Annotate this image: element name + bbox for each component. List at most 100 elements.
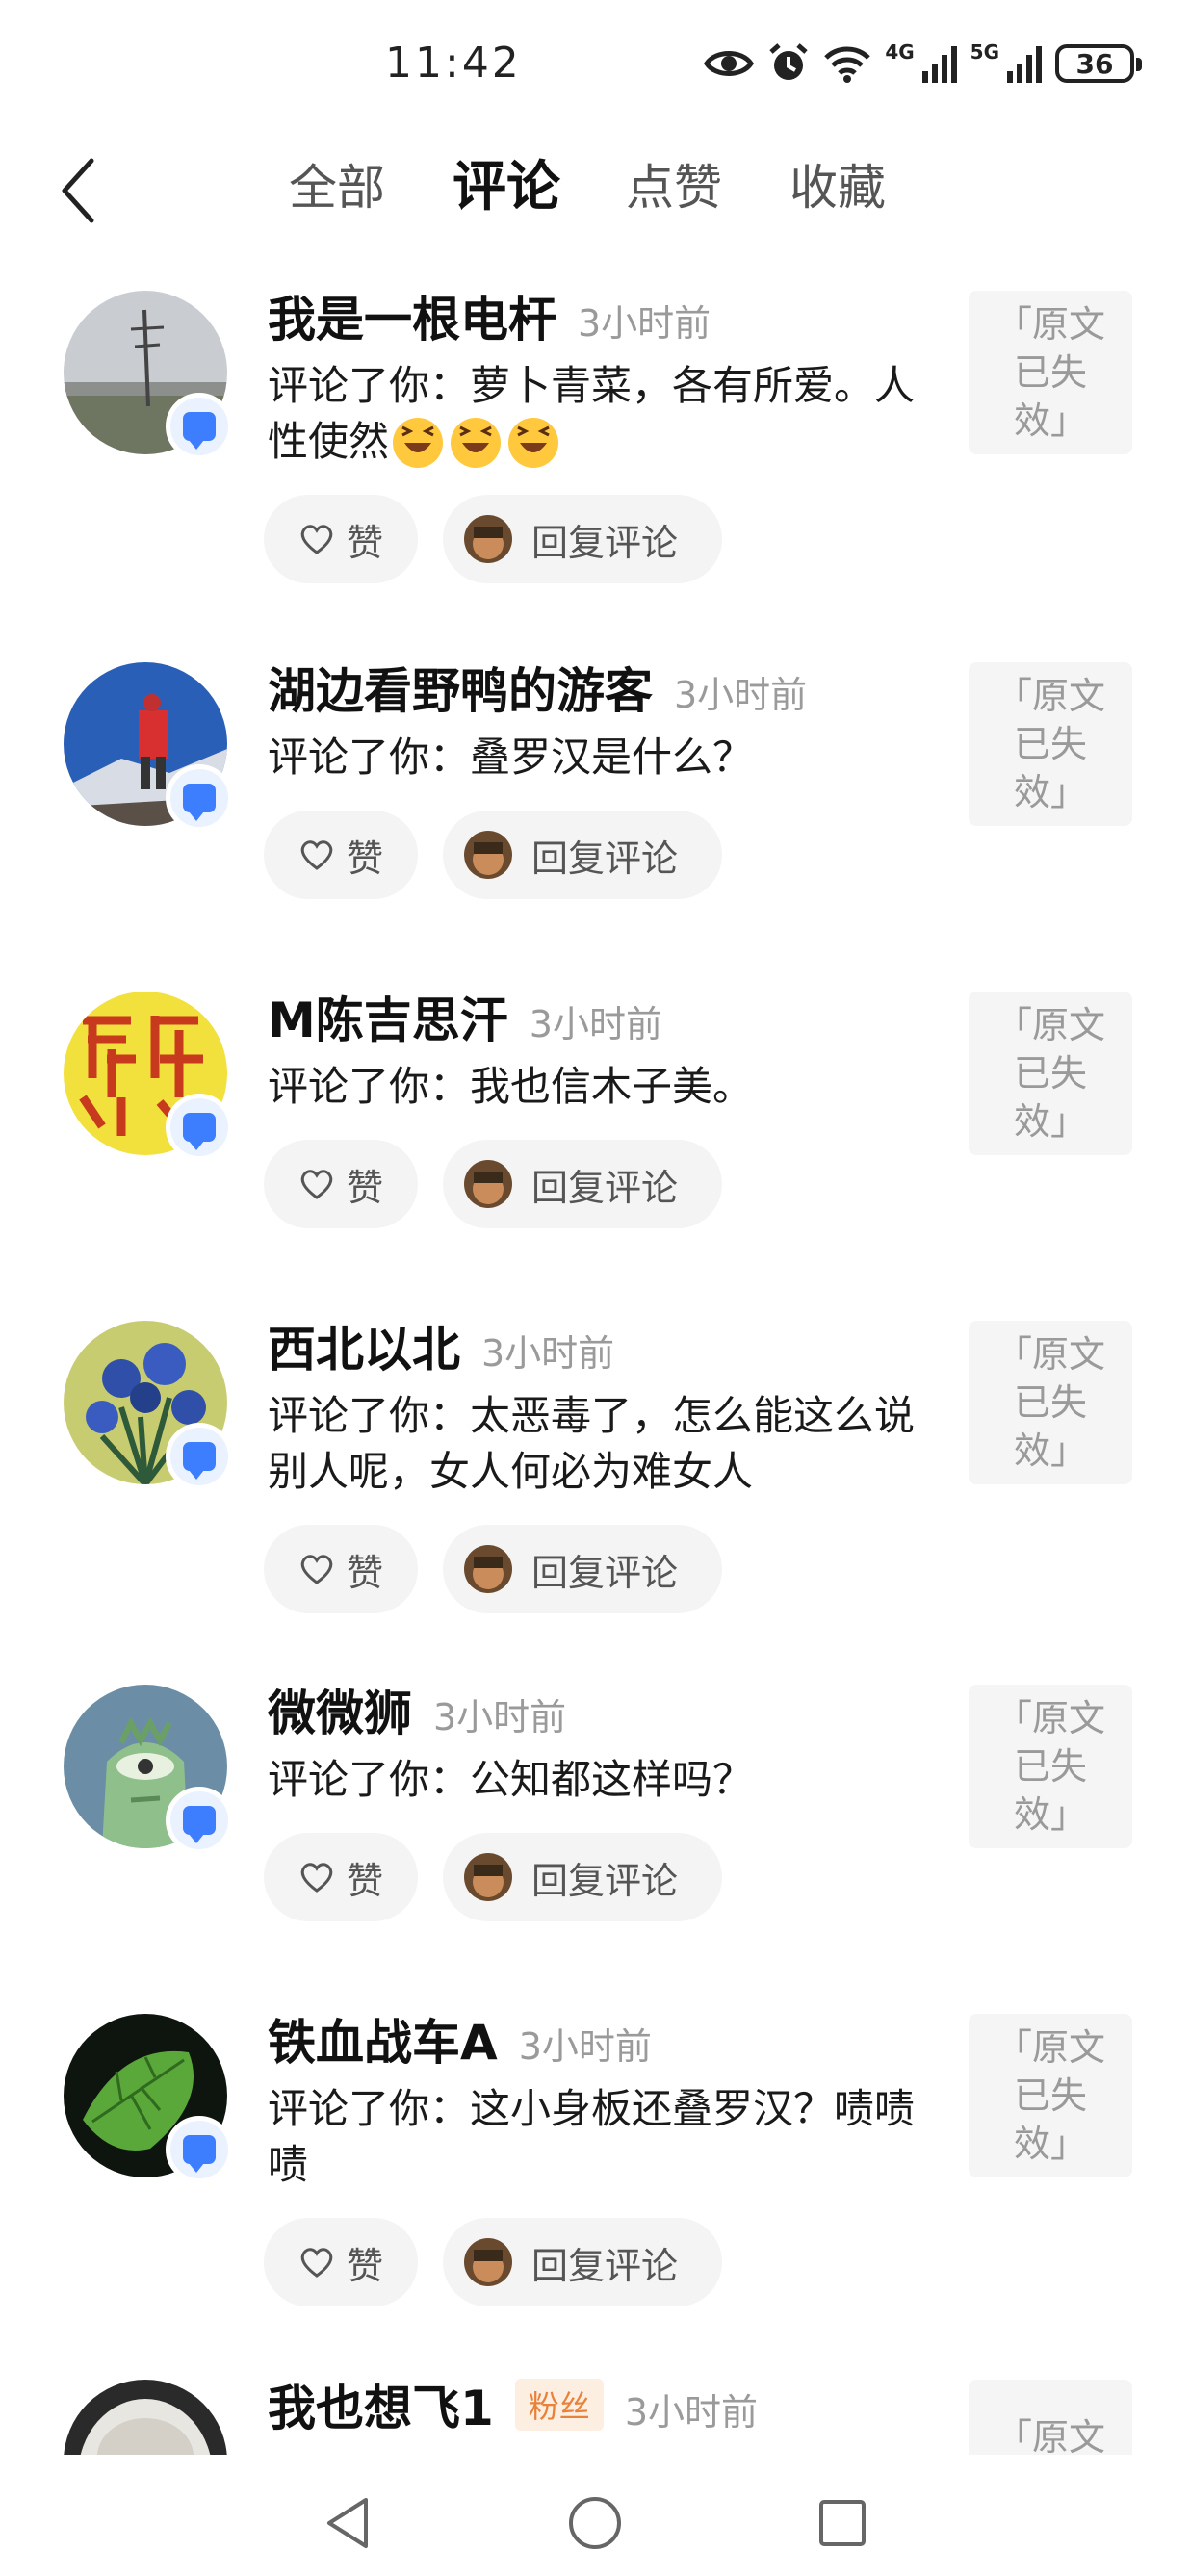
original-post-box[interactable]: 「原文已失效」 bbox=[969, 1321, 1132, 1484]
original-post-box[interactable]: 「原文已 bbox=[969, 2380, 1132, 2455]
nav-home-button[interactable] bbox=[561, 2489, 629, 2557]
comment-text[interactable]: 评论了你：我也信木子美。 bbox=[268, 1059, 922, 1115]
original-post-box[interactable]: 「原文已失效」 bbox=[969, 1685, 1132, 1848]
heart-icon bbox=[300, 840, 333, 870]
user-name[interactable]: 西北以北 bbox=[268, 1311, 460, 1380]
status-bar: 11:42 4G 5G 36 bbox=[0, 0, 1190, 135]
user-name[interactable]: 我是一根电杆 bbox=[268, 281, 556, 350]
comment-text[interactable]: 评论了你：叠罗汉是什么？ bbox=[268, 730, 922, 786]
my-avatar bbox=[464, 1853, 512, 1901]
like-button[interactable]: 赞 bbox=[264, 811, 418, 899]
comment-text[interactable]: 评论了你：太恶毒了，怎么能这么说别人呢，女人何必为难女人 bbox=[268, 1388, 922, 1500]
comment-text[interactable]: 评论了你：萝卜青菜，各有所爱。人性使然 bbox=[268, 358, 922, 470]
timestamp: 3小时前 bbox=[518, 2025, 652, 2068]
nav-back-button[interactable] bbox=[314, 2489, 381, 2557]
comment-badge-icon bbox=[166, 1423, 233, 1490]
home-circle-icon bbox=[569, 2497, 621, 2549]
my-avatar bbox=[464, 1160, 512, 1208]
nav-recents-button[interactable] bbox=[809, 2489, 876, 2557]
my-avatar bbox=[464, 515, 512, 563]
my-avatar bbox=[464, 831, 512, 879]
avatar[interactable] bbox=[64, 992, 233, 1161]
list-item[interactable]: 我也想飞1 粉丝 3小时前 「原文已 bbox=[0, 2368, 1190, 2455]
original-post-box[interactable]: 「原文已失效」 bbox=[969, 992, 1132, 1155]
avatar[interactable] bbox=[64, 1685, 233, 1854]
heart-icon bbox=[300, 525, 333, 554]
comment-text[interactable]: 评论了你：这小身板还叠罗汉？啧啧啧 bbox=[268, 2081, 922, 2193]
like-button[interactable]: 赞 bbox=[264, 495, 418, 583]
comment-badge-icon bbox=[166, 393, 233, 460]
comment-text[interactable]: 评论了你：公知都这样吗？ bbox=[268, 1752, 922, 1808]
heart-icon bbox=[300, 1170, 333, 1199]
alarm-icon bbox=[767, 42, 810, 85]
back-button[interactable] bbox=[44, 152, 112, 229]
signal-icon bbox=[1007, 44, 1042, 83]
like-button[interactable]: 赞 bbox=[264, 1833, 418, 1921]
eye-icon bbox=[704, 46, 755, 81]
list-item[interactable]: 我是一根电杆 3小时前 评论了你：萝卜青菜，各有所爱。人性使然 赞 回复评论 「… bbox=[0, 279, 1190, 606]
wifi-icon bbox=[823, 44, 871, 83]
user-name[interactable]: 湖边看野鸭的游客 bbox=[268, 653, 653, 722]
like-button[interactable]: 赞 bbox=[264, 1525, 418, 1613]
battery-level: 36 bbox=[1075, 47, 1114, 80]
timestamp: 3小时前 bbox=[481, 1332, 615, 1375]
heart-icon bbox=[300, 1555, 333, 1584]
network-5g-label: 5G bbox=[970, 40, 999, 64]
timestamp: 3小时前 bbox=[624, 2391, 758, 2434]
tab-favorites[interactable]: 收藏 bbox=[789, 154, 886, 221]
fans-badge: 粉丝 bbox=[514, 2379, 604, 2431]
list-item[interactable]: 微微狮 3小时前 评论了你：公知都这样吗？ 赞 回复评论 「原文已失效」 bbox=[0, 1673, 1190, 1962]
tab-all[interactable]: 全部 bbox=[289, 154, 453, 221]
timestamp: 3小时前 bbox=[433, 1696, 567, 1739]
heart-icon bbox=[300, 2248, 333, 2278]
avatar[interactable] bbox=[64, 2014, 233, 2183]
tab-comments[interactable]: 评论 bbox=[453, 154, 626, 221]
laughing-emoji-icon bbox=[393, 418, 444, 468]
like-button[interactable]: 赞 bbox=[264, 2218, 418, 2306]
timestamp: 3小时前 bbox=[529, 1003, 662, 1045]
avatar[interactable] bbox=[64, 662, 233, 832]
original-post-box[interactable]: 「原文已失效」 bbox=[969, 291, 1132, 454]
reply-comment-button[interactable]: 回复评论 bbox=[443, 1833, 722, 1921]
comment-badge-icon bbox=[166, 2116, 233, 2183]
back-triangle-icon bbox=[327, 2498, 368, 2548]
reply-comment-button[interactable]: 回复评论 bbox=[443, 2218, 722, 2306]
comment-badge-icon bbox=[166, 1094, 233, 1161]
chevron-left-icon bbox=[62, 158, 94, 223]
reply-comment-button[interactable]: 回复评论 bbox=[443, 811, 722, 899]
heart-icon bbox=[300, 1863, 333, 1893]
like-button[interactable]: 赞 bbox=[264, 1140, 418, 1228]
comment-badge-icon bbox=[166, 1787, 233, 1854]
timestamp: 3小时前 bbox=[674, 674, 808, 716]
list-item[interactable]: 铁血战车A 3小时前 评论了你：这小身板还叠罗汉？啧啧啧 赞 回复评论 「原文已… bbox=[0, 2002, 1190, 2349]
reply-comment-button[interactable]: 回复评论 bbox=[443, 495, 722, 583]
signal-icon bbox=[921, 44, 957, 83]
laughing-emoji-icon bbox=[508, 418, 559, 468]
reply-comment-button[interactable]: 回复评论 bbox=[443, 1525, 722, 1613]
network-4g-label: 4G bbox=[885, 40, 915, 64]
reply-comment-button[interactable]: 回复评论 bbox=[443, 1140, 722, 1228]
status-icons: 4G 5G 36 bbox=[704, 37, 1142, 90]
comment-badge-icon bbox=[166, 764, 233, 832]
original-post-box[interactable]: 「原文已失效」 bbox=[969, 2014, 1132, 2177]
header: 全部 评论 点赞 收藏 bbox=[0, 135, 1190, 241]
timestamp: 3小时前 bbox=[578, 302, 711, 345]
list-item[interactable]: 湖边看野鸭的游客 3小时前 评论了你：叠罗汉是什么？ 赞 回复评论 「原文已失效… bbox=[0, 651, 1190, 940]
tab-bar: 全部 评论 点赞 收藏 bbox=[289, 154, 886, 221]
user-name[interactable]: 我也想飞1 bbox=[268, 2370, 494, 2439]
system-nav-bar bbox=[0, 2460, 1190, 2576]
user-name[interactable]: 铁血战车A bbox=[268, 2004, 498, 2074]
list-item[interactable]: M陈吉思汗 3小时前 评论了你：我也信木子美。 赞 回复评论 「原文已失效」 bbox=[0, 980, 1190, 1269]
status-time: 11:42 bbox=[385, 39, 522, 88]
avatar[interactable] bbox=[64, 2380, 227, 2455]
avatar[interactable] bbox=[64, 1321, 233, 1490]
user-name[interactable]: M陈吉思汗 bbox=[268, 982, 508, 1051]
avatar[interactable] bbox=[64, 291, 233, 460]
list-item[interactable]: 西北以北 3小时前 评论了你：太恶毒了，怎么能这么说别人呢，女人何必为难女人 赞… bbox=[0, 1309, 1190, 1656]
recents-square-icon bbox=[819, 2500, 866, 2546]
original-post-box[interactable]: 「原文已失效」 bbox=[969, 662, 1132, 826]
tab-likes[interactable]: 点赞 bbox=[626, 154, 789, 221]
laughing-emoji-icon bbox=[451, 418, 502, 468]
user-name[interactable]: 微微狮 bbox=[268, 1675, 412, 1744]
notification-list: 我是一根电杆 3小时前 评论了你：萝卜青菜，各有所爱。人性使然 赞 回复评论 「… bbox=[0, 279, 1190, 2455]
